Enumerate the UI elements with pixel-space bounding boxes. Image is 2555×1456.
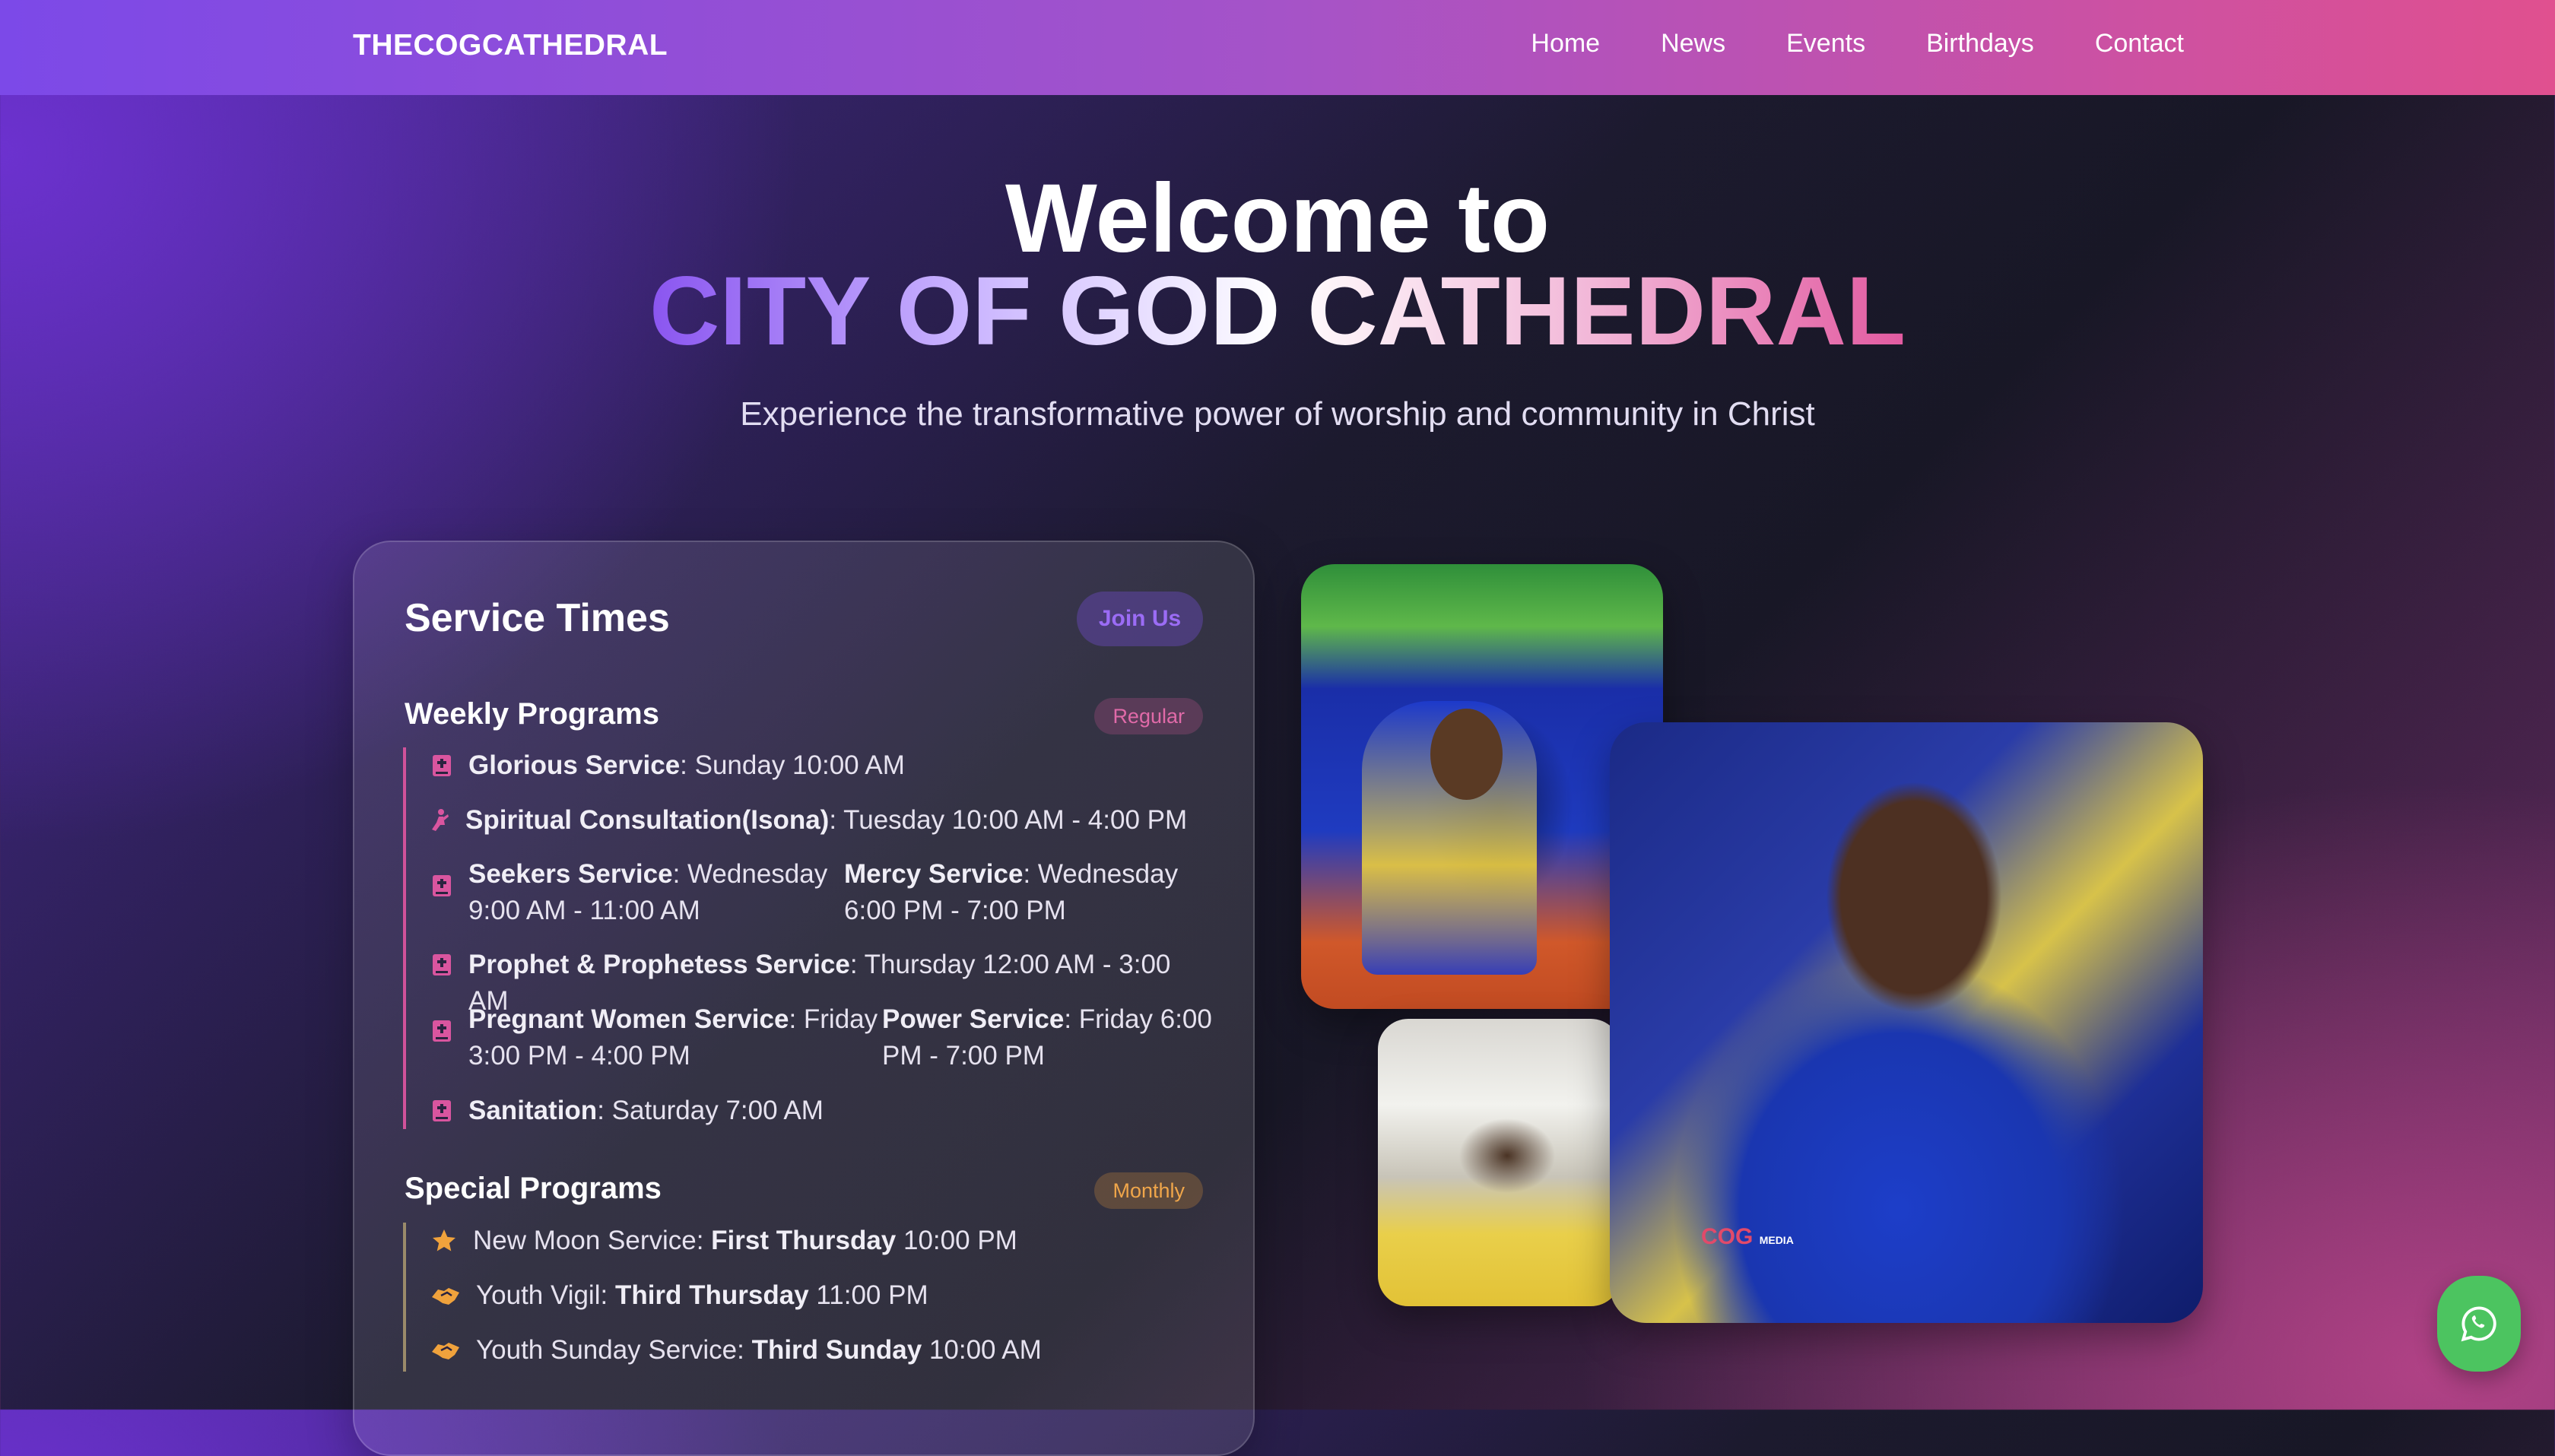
service-name: Mercy Service [844, 859, 1024, 889]
program-day: Third Sunday [751, 1335, 922, 1365]
special-programs-list: New Moon Service: First Thursday 10:00 P… [403, 1223, 1212, 1372]
service-time: : Tuesday 10:00 AM - 4:00 PM [829, 805, 1188, 835]
list-item: Pregnant Women Service: Friday 3:00 PM -… [406, 1001, 1217, 1074]
service-times-card: Service Times Join Us Weekly Programs Re… [353, 541, 1255, 1456]
service-name: Prophet & Prophetess Service [468, 950, 850, 979]
hero-title-line2: CITY OF GOD CATHEDRAL [0, 259, 2555, 365]
nav-link-events[interactable]: Events [1786, 29, 1865, 59]
program-day: First Thursday [711, 1226, 897, 1255]
gallery-photo-pastor: COG MEDIA [1610, 722, 2203, 1323]
list-item: Sanitation: Saturday 7:00 AM [406, 1093, 824, 1129]
nav-link-news[interactable]: News [1661, 29, 1725, 59]
service-time: : Saturday 7:00 AM [597, 1096, 824, 1125]
regular-badge: Regular [1094, 698, 1203, 734]
weekly-programs-list: Glorious Service: Sunday 10:00 AM Spirit… [403, 747, 1212, 1129]
monthly-badge: Monthly [1094, 1172, 1203, 1209]
bible-icon [430, 754, 453, 777]
service-time: : Sunday 10:00 AM [680, 750, 905, 780]
program-time: 10:00 AM [922, 1335, 1042, 1365]
whatsapp-chat-button[interactable] [2437, 1276, 2521, 1372]
program-time: 11:00 PM [808, 1280, 928, 1310]
service-name: Glorious Service [468, 750, 681, 780]
special-programs-title: Special Programs [405, 1172, 662, 1205]
nav-link-contact[interactable]: Contact [2095, 29, 2184, 59]
whatsapp-icon [2461, 1306, 2496, 1342]
program-label: Youth Vigil: [476, 1280, 615, 1310]
cog-media-watermark: COG MEDIA [1701, 1224, 1794, 1250]
bible-icon [430, 1020, 453, 1042]
praying-person-icon [427, 809, 450, 832]
hero-title-line1: Welcome to [1005, 164, 1550, 273]
program-time: 10:00 PM [896, 1226, 1017, 1255]
program-label: Youth Sunday Service: [476, 1335, 752, 1365]
weekly-programs-title: Weekly Programs [405, 697, 659, 731]
card-title: Service Times [405, 596, 670, 640]
nav-links: Home News Events Birthdays Contact [1531, 29, 2184, 59]
top-navbar: THECOGCATHEDRAL Home News Events Birthda… [0, 0, 2555, 95]
watermark-subtext: MEDIA [1759, 1234, 1794, 1246]
list-item: Glorious Service: Sunday 10:00 AM [406, 747, 905, 784]
handshake-icon [430, 1282, 461, 1309]
list-item: Youth Vigil: Third Thursday 11:00 PM [406, 1277, 928, 1314]
service-name: Spiritual Consultation(Isona) [465, 805, 830, 835]
gallery-photo-preacher [1301, 564, 1663, 1009]
hero-title-gradient-text: CITY OF GOD CATHEDRAL [649, 257, 1906, 366]
program-day: Third Thursday [614, 1280, 809, 1310]
list-item: Spiritual Consultation(Isona): Tuesday 1… [406, 802, 1187, 839]
list-item: Seekers Service: Wednesday 9:00 AM - 11:… [406, 856, 1220, 929]
service-name: Pregnant Women Service [468, 1004, 789, 1034]
service-name: Power Service [882, 1004, 1065, 1034]
hero-subtitle: Experience the transformative power of w… [740, 395, 1815, 433]
service-name: Seekers Service [468, 859, 673, 889]
gallery-photo-congregation [1378, 1019, 1621, 1306]
program-label: New Moon Service: [473, 1226, 712, 1255]
service-name: Sanitation [468, 1096, 598, 1125]
nav-link-birthdays[interactable]: Birthdays [1926, 29, 2034, 59]
bible-icon [430, 953, 453, 976]
photo-figure-head [1430, 709, 1503, 800]
watermark-text: COG [1701, 1224, 1754, 1249]
join-us-button[interactable]: Join Us [1077, 592, 1203, 646]
nav-link-home[interactable]: Home [1531, 29, 1600, 59]
list-item: New Moon Service: First Thursday 10:00 P… [406, 1223, 1017, 1259]
bible-icon [430, 874, 453, 897]
list-item: Youth Sunday Service: Third Sunday 10:00… [406, 1332, 1042, 1369]
bible-icon [430, 1099, 453, 1122]
brand-logo-text[interactable]: THECOGCATHEDRAL [353, 29, 668, 62]
handshake-icon [430, 1337, 461, 1364]
star-icon [430, 1227, 458, 1255]
